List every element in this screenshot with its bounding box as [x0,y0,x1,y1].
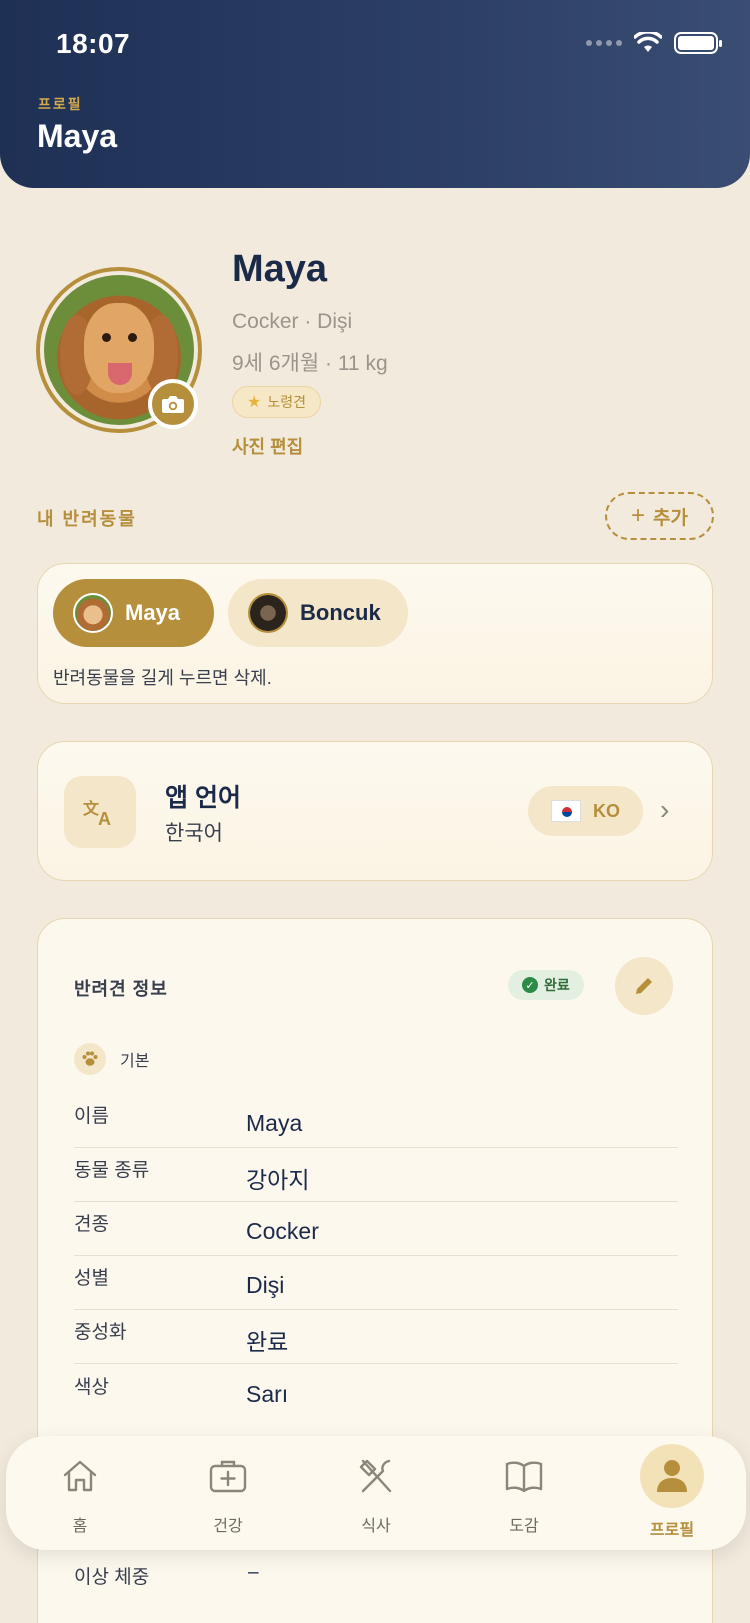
info-key: 견종 [74,1214,109,1235]
tab-label: 도감 [509,1518,539,1535]
tab-label: 프로필 [649,1522,695,1539]
translate-icon: 文 A [64,776,136,848]
basic-section-label: 기본 [74,1043,149,1075]
info-row-name: 이름 Maya [74,1094,678,1148]
pets-card: Maya Boncuk 반려동물을 길게 누르면 삭제. [37,563,713,704]
info-row-color: 색상 Sarı [74,1364,678,1418]
language-chip[interactable]: KO [528,786,643,836]
info-key: 성별 [74,1268,109,1289]
pet-chip-label: Boncuk [300,600,381,625]
my-pets-label: 내 반려동물 [37,509,137,529]
info-value: 완료 [246,1328,289,1355]
camera-icon [162,396,184,413]
info-value: Cocker [246,1218,319,1244]
senior-badge-label: 노령견 [267,394,306,410]
language-code: KO [593,800,620,821]
add-pet-button[interactable]: + 추가 [605,492,714,540]
person-icon [640,1444,704,1508]
status-indicators [586,32,722,54]
info-rows: 이름 Maya 동물 종류 강아지 견종 Cocker 성별 Dişi 중성화 … [74,1094,678,1418]
info-row-species: 동물 종류 강아지 [74,1148,678,1202]
paw-icon [74,1043,106,1075]
info-key: 중성화 [74,1322,127,1343]
edit-photo-link[interactable]: 사진 편집 [232,433,303,459]
tab-label: 건강 [213,1518,243,1535]
language-card[interactable]: 文 A 앱 언어 한국어 KO › [37,741,713,881]
change-photo-button[interactable] [148,379,198,429]
info-row-neutered: 중성화 완료 [74,1310,678,1364]
info-value: Sarı [246,1380,289,1407]
fork-knife-icon [356,1456,396,1496]
edit-info-button[interactable] [615,957,673,1015]
pet-breed-sex: Cocker · Dişi [232,310,353,333]
chevron-right-icon: › [660,794,670,825]
home-icon [60,1456,100,1496]
battery-icon [674,32,722,54]
info-key: 이상 체중 [74,1567,150,1588]
language-value: 한국어 [165,822,223,845]
pet-age-weight: 9세 6개월 · 11 kg [232,352,388,375]
book-icon [504,1456,544,1496]
status-time: 18:07 [56,28,131,59]
pets-hint: 반려동물을 길게 누르면 삭제. [53,668,272,688]
pet-chip-maya[interactable]: Maya [53,579,214,647]
add-pet-label: 추가 [653,507,688,529]
page-title: Maya [37,118,118,154]
info-key: 동물 종류 [74,1160,150,1181]
tab-label: 홈 [72,1518,88,1535]
tab-health[interactable]: 건강 [154,1436,302,1550]
wifi-icon [634,32,662,52]
star-icon: ★ [247,394,262,411]
tab-label: 식사 [361,1518,391,1535]
tab-encyclopedia[interactable]: 도감 [450,1436,598,1550]
pet-chip-label: Maya [125,600,181,625]
pet-info-title: 반려견 정보 [74,979,168,999]
pencil-icon [636,978,652,994]
info-key: 색상 [74,1376,109,1398]
tab-bar: 홈 건강 식사 도감 프로필 [6,1436,746,1550]
signal-icon [586,40,622,46]
svg-text:A: A [98,809,111,827]
app-header: 18:07 프로필 Maya [0,0,750,188]
info-key: 이름 [74,1106,109,1127]
basic-label-text: 기본 [120,1053,150,1070]
tab-profile[interactable]: 프로필 [598,1436,746,1550]
check-icon: ✓ [522,977,538,993]
pet-chip-boncuk[interactable]: Boncuk [228,579,408,647]
info-value: Dişi [246,1272,285,1298]
korea-flag-icon [551,800,581,822]
info-row-breed: 견종 Cocker [74,1202,678,1256]
medical-kit-icon [208,1456,248,1496]
pet-chip-avatar [248,593,288,633]
language-title: 앱 언어 [165,784,241,812]
tab-home[interactable]: 홈 [6,1436,154,1550]
pet-chip-avatar [73,593,113,633]
status-badge-label: 완료 [544,977,570,993]
pet-name: Maya [232,248,328,290]
info-row-sex: 성별 Dişi [74,1256,678,1310]
plus-icon: + [631,502,646,529]
info-row-ideal-weight: 이상 체중 – [74,1562,259,1589]
info-value: Maya [246,1110,303,1136]
info-value: 강아지 [246,1166,310,1193]
tab-meals[interactable]: 식사 [302,1436,450,1550]
status-badge: ✓ 완료 [508,970,584,1000]
header-subtitle: 프로필 [38,96,83,112]
info-value: – [248,1562,259,1583]
senior-badge: ★ 노령견 [232,386,321,418]
